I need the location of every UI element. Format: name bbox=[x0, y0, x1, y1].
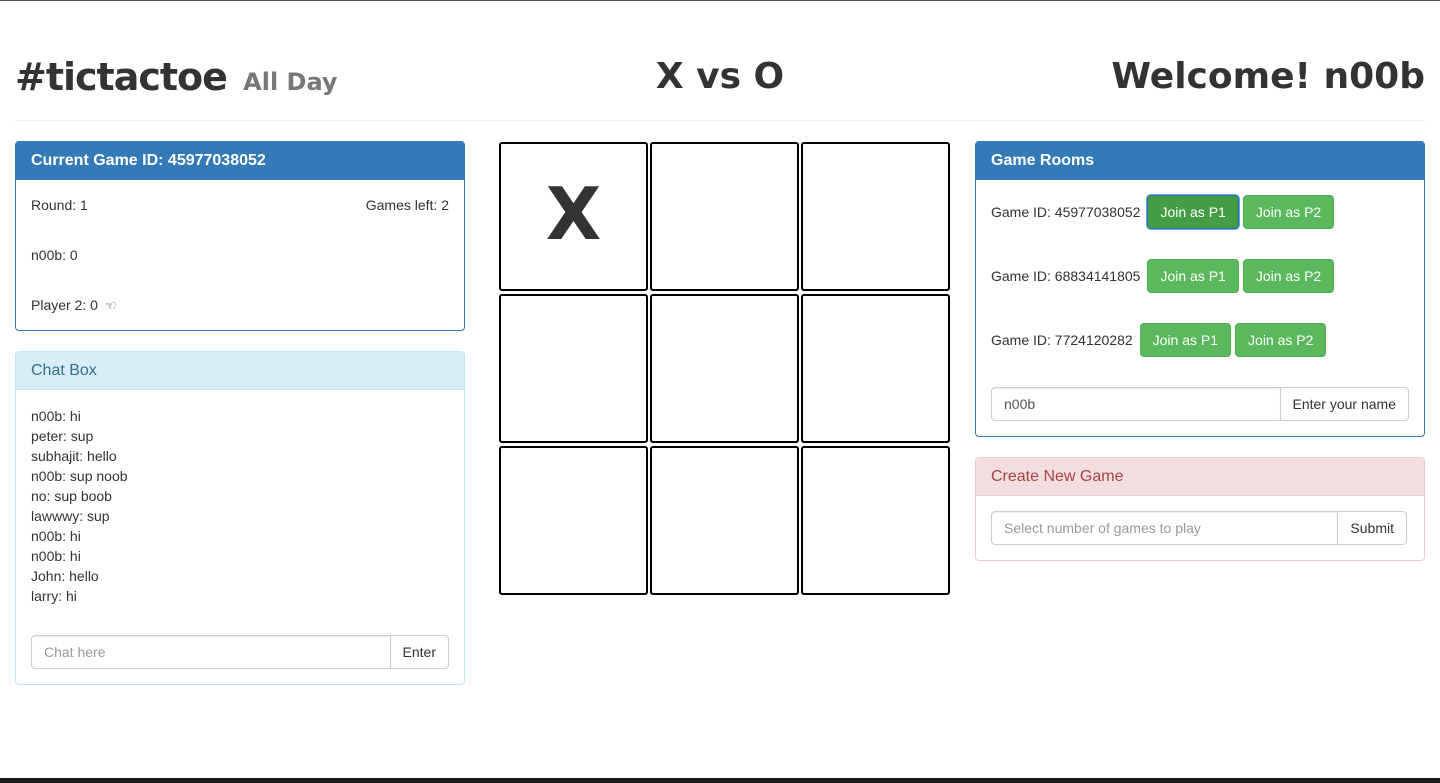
enter-name-button[interactable]: Enter your name bbox=[1280, 387, 1409, 421]
cell-mark: X bbox=[545, 172, 602, 256]
current-game-heading: Current Game ID: 45977038052 bbox=[16, 142, 464, 180]
chat-message: n00b: sup noob bbox=[31, 468, 128, 484]
pointing-hand-icon: ☜ bbox=[104, 298, 117, 313]
brand-name: #tictactoe bbox=[15, 55, 228, 99]
room-id-label: Game ID: 45977038052 bbox=[991, 204, 1141, 220]
chat-input[interactable] bbox=[31, 635, 391, 669]
player2-score-text: Player 2: 0 bbox=[31, 297, 98, 313]
board-cell-2[interactable] bbox=[650, 142, 799, 291]
brand-subtitle: All Day bbox=[243, 68, 338, 96]
chat-message: peter: sup bbox=[31, 428, 94, 444]
create-game-heading: Create New Game bbox=[976, 458, 1424, 496]
board-cell-3[interactable] bbox=[801, 142, 950, 291]
chat-message: larry: hi bbox=[31, 588, 77, 604]
bottom-bar bbox=[0, 778, 1440, 783]
round-label: Round: 1 bbox=[31, 197, 88, 213]
current-game-panel: Current Game ID: 45977038052 Round: 1 Ga… bbox=[15, 141, 465, 331]
page-header: #tictactoe All Day X vs O Welcome! n00b bbox=[15, 53, 1425, 101]
join-p1-button[interactable]: Join as P1 bbox=[1147, 195, 1239, 229]
chat-input-group: Enter bbox=[31, 635, 449, 669]
board-cell-4[interactable] bbox=[499, 294, 648, 443]
chat-message: subhajit: hello bbox=[31, 448, 117, 464]
game-board: X bbox=[499, 142, 951, 596]
room-row: Game ID: 7724120282 Join as P1 Join as P… bbox=[991, 323, 1327, 357]
submit-button[interactable]: Submit bbox=[1338, 511, 1407, 545]
player-name-input[interactable] bbox=[991, 387, 1281, 421]
chat-message: no: sup boob bbox=[31, 488, 112, 504]
current-game-body: Round: 1 Games left: 2 n00b: 0 Player 2:… bbox=[16, 180, 464, 330]
name-input-group: Enter your name bbox=[991, 387, 1409, 421]
create-game-input-group: Submit bbox=[991, 511, 1407, 545]
player2-score: Player 2: 0 ☜ bbox=[31, 297, 116, 314]
room-id-label: Game ID: 68834141805 bbox=[991, 268, 1141, 284]
board-cell-6[interactable] bbox=[801, 294, 950, 443]
chat-panel: Chat Box n00b: hi peter: sup subhajit: h… bbox=[15, 351, 465, 685]
join-p1-button[interactable]: Join as P1 bbox=[1147, 259, 1239, 293]
create-game-panel: Create New Game Submit bbox=[975, 457, 1425, 561]
join-p2-button[interactable]: Join as P2 bbox=[1242, 259, 1335, 293]
brand-title: #tictactoe All Day bbox=[15, 53, 338, 106]
board-cell-7[interactable] bbox=[499, 446, 648, 595]
chat-heading: Chat Box bbox=[16, 352, 464, 390]
games-left-label: Games left: 2 bbox=[365, 197, 449, 213]
room-row: Game ID: 45977038052 Join as P1 Join as … bbox=[991, 195, 1335, 229]
chat-enter-button[interactable]: Enter bbox=[390, 635, 449, 669]
header-divider bbox=[15, 120, 1425, 121]
chat-message: n00b: hi bbox=[31, 528, 81, 544]
chat-message: n00b: hi bbox=[31, 408, 81, 424]
join-p2-button[interactable]: Join as P2 bbox=[1242, 195, 1335, 229]
chat-message: John: hello bbox=[31, 568, 99, 584]
chat-message-list: n00b: hi peter: sup subhajit: hello n00b… bbox=[16, 390, 464, 606]
chat-message: lawwwy: sup bbox=[31, 508, 110, 524]
room-id-label: Game ID: 7724120282 bbox=[991, 332, 1133, 348]
room-row: Game ID: 68834141805 Join as P1 Join as … bbox=[991, 259, 1335, 293]
game-rooms-panel: Game Rooms Game ID: 45977038052 Join as … bbox=[975, 141, 1425, 437]
board-cell-1[interactable]: X bbox=[499, 142, 648, 291]
board-cell-5[interactable] bbox=[650, 294, 799, 443]
games-count-input[interactable] bbox=[991, 511, 1339, 545]
chat-message: n00b: hi bbox=[31, 548, 81, 564]
game-rooms-heading: Game Rooms bbox=[976, 142, 1424, 180]
welcome-message: Welcome! n00b bbox=[1111, 56, 1425, 97]
join-p2-button[interactable]: Join as P2 bbox=[1235, 323, 1327, 357]
board-cell-9[interactable] bbox=[801, 446, 950, 595]
player1-score: n00b: 0 bbox=[31, 247, 78, 263]
join-p1-button[interactable]: Join as P1 bbox=[1139, 323, 1232, 357]
board-cell-8[interactable] bbox=[650, 446, 799, 595]
